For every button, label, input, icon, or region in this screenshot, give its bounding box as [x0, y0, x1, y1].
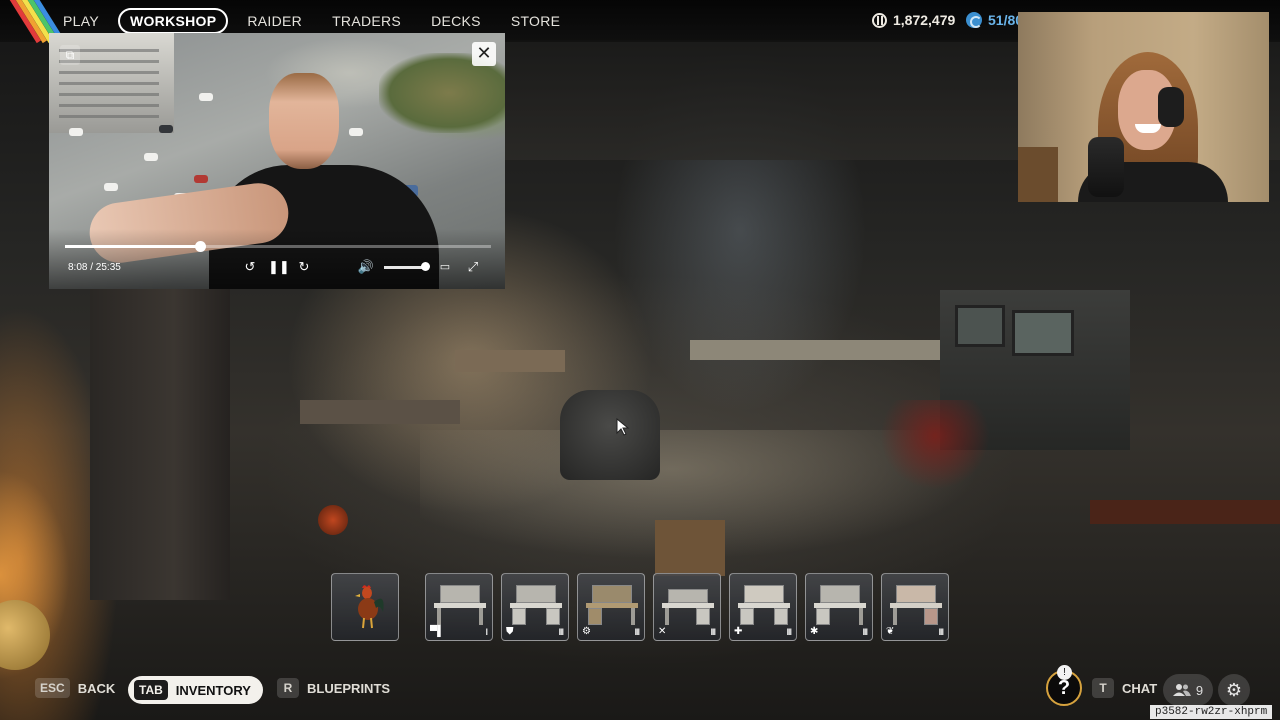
nav-store[interactable]: STORE [500, 9, 571, 33]
rewind-10-icon[interactable]: ↺ [241, 258, 259, 276]
coins-balance: 1,872,479 [872, 12, 955, 28]
nav-workshop[interactable]: WORKSHOP [117, 8, 229, 34]
blueprints-button[interactable]: R BLUEPRINTS [277, 678, 390, 698]
close-icon[interactable]: ✕ [472, 42, 496, 66]
chat-button[interactable]: T CHAT [1092, 678, 1157, 698]
video-time: 8:08 / 25:35 [68, 262, 121, 273]
rooster-icon [355, 585, 384, 629]
key-tab: TAB [134, 680, 168, 700]
plant-icon: ❦ [886, 626, 895, 637]
captions-icon[interactable]: ▭ [436, 258, 454, 276]
video-seek-bar[interactable] [65, 241, 491, 252]
armchair [560, 390, 660, 480]
inventory-button[interactable]: TAB INVENTORY [128, 676, 263, 704]
video-seek-handle[interactable] [195, 241, 207, 252]
fullscreen-icon[interactable]: ⤢ [464, 258, 482, 276]
bench-image [814, 581, 866, 625]
nav-raider[interactable]: RAIDER [236, 9, 313, 33]
coins-value: 1,872,479 [893, 12, 956, 28]
explosive-icon: ✱ [810, 626, 819, 637]
main-menu: PLAY WORKSHOP RAIDER TRADERS DECKS STORE [52, 8, 571, 34]
brand-logo [0, 0, 65, 44]
seeds-balance: 51/80 [966, 12, 1023, 28]
blueprints-label: BLUEPRINTS [307, 680, 391, 696]
people-icon [1172, 684, 1191, 696]
wooden-desk [455, 350, 565, 372]
medical-icon: ✚ [734, 626, 743, 637]
pause-icon[interactable]: ❚❚ [268, 258, 290, 276]
party-count: 9 [1195, 682, 1204, 698]
hotbar-slot-bench-2[interactable]: ⛊ III [501, 573, 569, 641]
shield-icon: ⛊ [506, 626, 514, 637]
video-controls: 8:08 / 25:35 ↺ ❚❚ ↻ 🔊 ▭ ⤢ [49, 229, 505, 289]
hotbar-slot-bench-6[interactable]: ✱ III [805, 573, 873, 641]
microphone [1088, 137, 1124, 197]
gear-icon: ⚙ [582, 626, 591, 637]
crossed-tools-icon: ✕ [658, 626, 667, 637]
video-progress [65, 245, 201, 248]
nav-decks[interactable]: DECKS [420, 9, 492, 33]
crt-monitor [955, 305, 1005, 347]
crt-monitor [1012, 310, 1074, 356]
coin-icon [872, 12, 887, 28]
bench-image [738, 581, 790, 625]
key-r: R [277, 678, 299, 698]
video-car [104, 183, 118, 191]
hotbar-slot-bench-1[interactable]: ▀▌ I [425, 573, 493, 641]
picture-in-picture-video[interactable]: ⧉ ✕ 8:08 / 25:35 ↺ ❚❚ ↻ 🔊 ▭ ⤢ [49, 33, 505, 289]
tier-label: III [862, 627, 867, 637]
hotbar-slot-bench-5[interactable]: ✚ III [729, 573, 797, 641]
red-office-chair [880, 400, 990, 490]
presenter-head [269, 73, 339, 169]
hotbar-slot-bench-3[interactable]: ⚙ III [577, 573, 645, 641]
key-esc: ESC [35, 678, 70, 698]
hotbar-slot-bench-7[interactable]: ❦ III [881, 573, 949, 641]
settings-gear-icon[interactable]: ⚙ [1218, 674, 1250, 706]
bench-image [586, 581, 638, 625]
key-t: T [1092, 678, 1114, 698]
forward-10-icon[interactable]: ↻ [295, 258, 313, 276]
tier-label: III [710, 627, 715, 637]
video-car [144, 153, 158, 161]
tier-label: III [558, 627, 563, 637]
bench-image [434, 581, 486, 625]
volume-handle[interactable] [421, 262, 430, 271]
party-button[interactable]: 9 [1163, 674, 1213, 706]
tier-label: III [634, 627, 639, 637]
wooden-crate [655, 520, 725, 576]
bench-image [510, 581, 562, 625]
webcam-door [1018, 147, 1058, 202]
help-alert-icon: ! [1057, 665, 1072, 680]
volume-slider[interactable] [384, 266, 424, 269]
hotbar-slot-rooster[interactable] [331, 573, 399, 641]
expand-icon[interactable]: ⧉ [60, 45, 80, 65]
video-car [159, 125, 173, 133]
red-table [1090, 500, 1280, 524]
tier-label: III [938, 627, 943, 637]
nav-play[interactable]: PLAY [52, 9, 110, 33]
bench-image [890, 581, 942, 625]
concrete-pillar [90, 280, 230, 600]
chat-label: CHAT [1122, 680, 1158, 696]
streamer-webcam [1018, 12, 1269, 202]
center-workbench [690, 340, 950, 360]
inventory-label: INVENTORY [175, 682, 251, 698]
left-workbench [300, 400, 460, 424]
session-id: p3582-rw2zr-xhprm [1150, 705, 1273, 719]
back-button[interactable]: ESC BACK [35, 678, 115, 698]
video-car [69, 128, 83, 136]
tier-label: III [786, 627, 791, 637]
tier-label: I [485, 627, 487, 637]
bench-image [662, 581, 714, 625]
seed-icon [966, 12, 982, 28]
volume-icon[interactable]: 🔊 [357, 258, 375, 276]
video-car [194, 175, 208, 183]
headphones [1158, 87, 1184, 127]
back-label: BACK [77, 680, 116, 696]
bench-icon: ▀▌ [430, 626, 445, 637]
rooster-prop [318, 505, 348, 535]
hotbar-slot-bench-4[interactable]: ✕ III [653, 573, 721, 641]
nav-traders[interactable]: TRADERS [321, 9, 412, 33]
